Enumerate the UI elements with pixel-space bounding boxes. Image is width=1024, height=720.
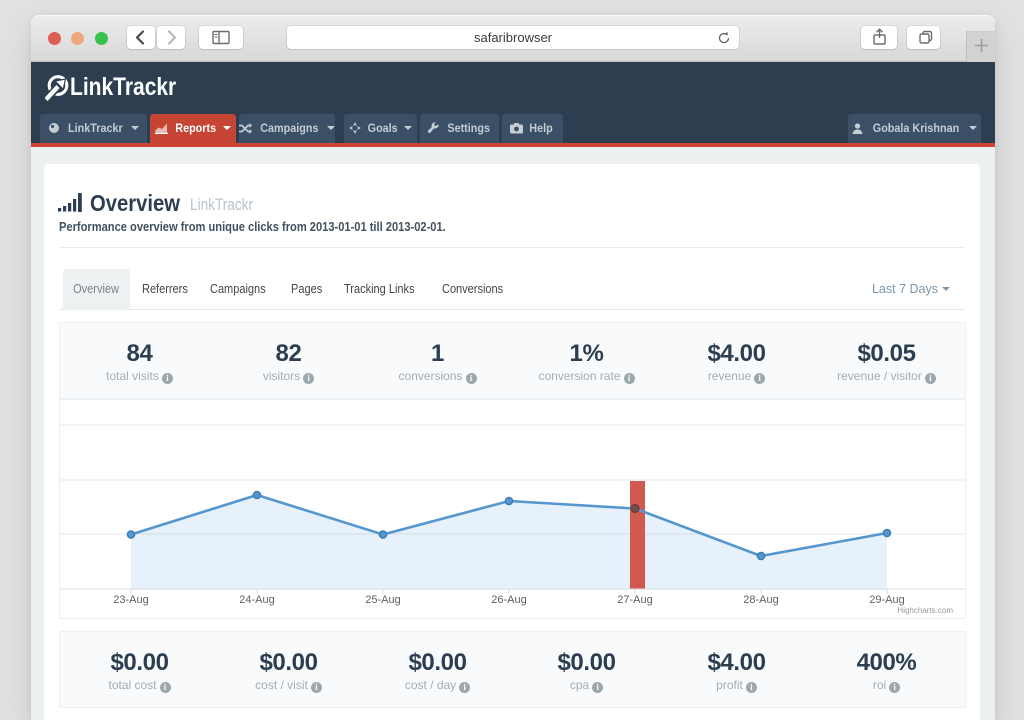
svg-text:25-Aug: 25-Aug bbox=[365, 594, 400, 606]
svg-text:Highcharts.com: Highcharts.com bbox=[897, 606, 953, 615]
svg-text:27-Aug: 27-Aug bbox=[617, 594, 652, 606]
svg-text:29-Aug: 29-Aug bbox=[869, 594, 904, 606]
svg-text:28-Aug: 28-Aug bbox=[743, 594, 778, 606]
svg-text:26-Aug: 26-Aug bbox=[491, 594, 526, 606]
svg-text:23-Aug: 23-Aug bbox=[113, 594, 148, 606]
svg-text:24-Aug: 24-Aug bbox=[239, 594, 274, 606]
